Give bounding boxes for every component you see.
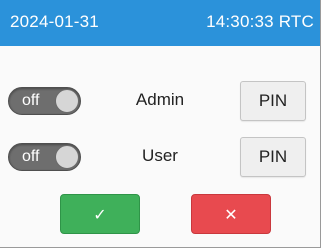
user-toggle[interactable]: off [8, 143, 81, 171]
user-label: User [142, 146, 178, 165]
pin-settings-screen: 2024-01-31 14:30:33 RTC off Admin PIN of… [0, 0, 321, 248]
confirm-button[interactable]: ✓ [60, 194, 140, 234]
admin-toggle-knob [55, 89, 79, 113]
admin-pin-button[interactable]: PIN [240, 81, 306, 121]
cancel-button[interactable]: ✕ [191, 194, 271, 234]
time-display: 14:30:33 RTC [206, 12, 314, 31]
admin-toggle[interactable]: off [8, 87, 81, 115]
user-toggle-state: off [22, 148, 40, 165]
user-row: off User PIN [0, 137, 320, 177]
close-icon: ✕ [224, 205, 238, 224]
check-icon: ✓ [93, 205, 107, 224]
admin-row: off Admin PIN [0, 81, 320, 121]
admin-label: Admin [135, 90, 185, 109]
user-toggle-knob [55, 145, 79, 169]
user-pin-button[interactable]: PIN [240, 137, 306, 177]
status-header: 2024-01-31 14:30:33 RTC [0, 0, 320, 46]
admin-toggle-state: off [22, 92, 40, 109]
date-display: 2024-01-31 [10, 12, 99, 31]
